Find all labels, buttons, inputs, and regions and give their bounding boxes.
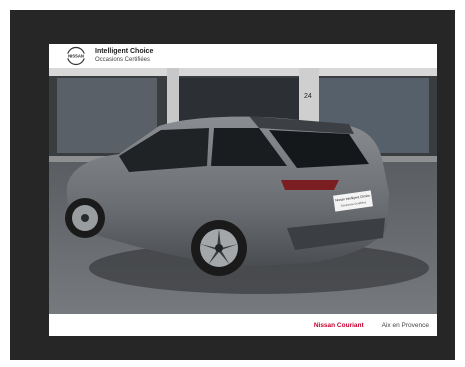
header-bar: NISSAN Intelligent Choice Occasions Cert… (49, 44, 437, 68)
car-photo: 24 Nissan Intelligent Choice Occasions C… (49, 68, 437, 314)
dealer-city: Aix en Provence (381, 321, 429, 329)
tail-light (281, 180, 339, 190)
brand-text: Intelligent Choice Occasions Certifiées (95, 47, 153, 65)
building-number: 24 (304, 93, 312, 100)
front-wheel (191, 220, 247, 276)
nissan-logo: NISSAN (63, 46, 89, 66)
footer-bar: Nissan Couriant Aix en Provence (49, 314, 437, 336)
rear-wheel (65, 198, 105, 238)
brand-subtitle: Occasions Certifiées (95, 57, 151, 63)
facade-top (49, 68, 437, 76)
dealer-name: Nissan Couriant (313, 321, 364, 329)
listing-card: NISSAN Intelligent Choice Occasions Cert… (49, 44, 437, 336)
svg-text:NISSAN: NISSAN (68, 54, 84, 59)
brand-title: Intelligent Choice (95, 48, 154, 55)
